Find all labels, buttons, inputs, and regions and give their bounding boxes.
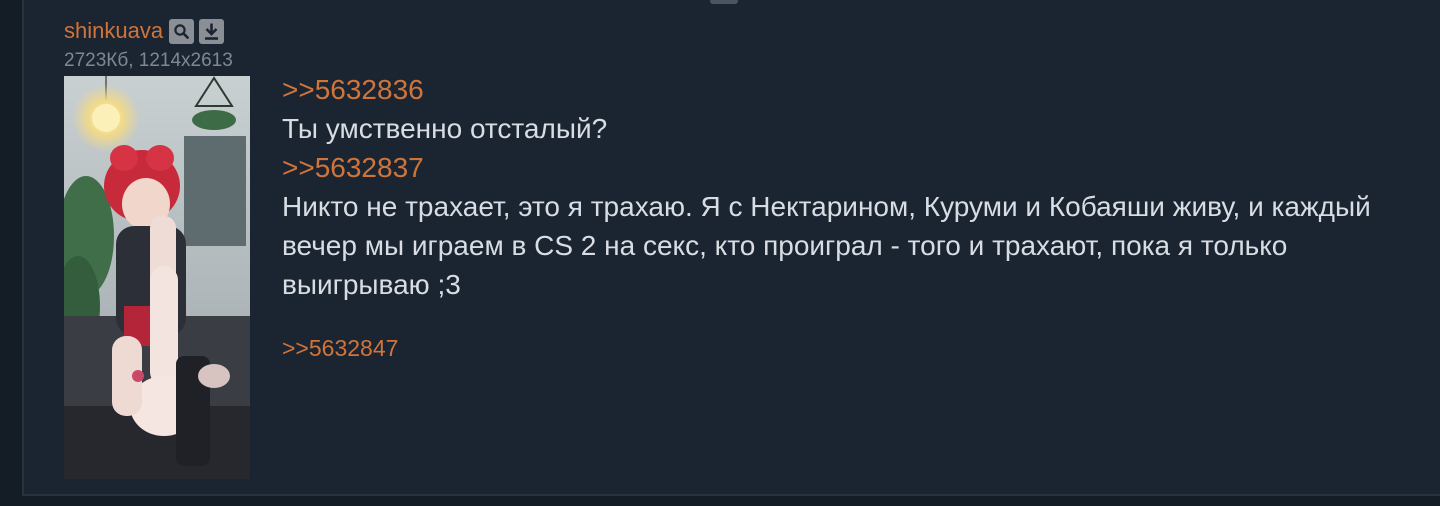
post-container: shinkuava 2723Кб, 1214x2613 >>5632836 Ты… — [22, 0, 1440, 496]
file-name-link[interactable]: shinkuava — [64, 18, 163, 44]
quote-link[interactable]: >>5632836 — [282, 70, 1422, 109]
reply-link[interactable]: >>5632847 — [282, 335, 398, 362]
search-icon[interactable] — [169, 18, 195, 44]
top-scroll-stub[interactable] — [710, 0, 738, 4]
post-message: >>5632836 Ты умственно отсталый? >>56328… — [282, 70, 1422, 304]
file-info: 2723Кб, 1214x2613 — [64, 50, 233, 71]
file-header: shinkuava — [64, 16, 229, 46]
message-line: Никто не трахает, это я трахаю. Я с Нект… — [282, 191, 1371, 300]
download-icon[interactable] — [199, 18, 225, 44]
quote-link[interactable]: >>5632837 — [282, 148, 1422, 187]
message-line: Ты умственно отсталый? — [282, 113, 608, 144]
post-thumbnail[interactable] — [64, 76, 250, 479]
